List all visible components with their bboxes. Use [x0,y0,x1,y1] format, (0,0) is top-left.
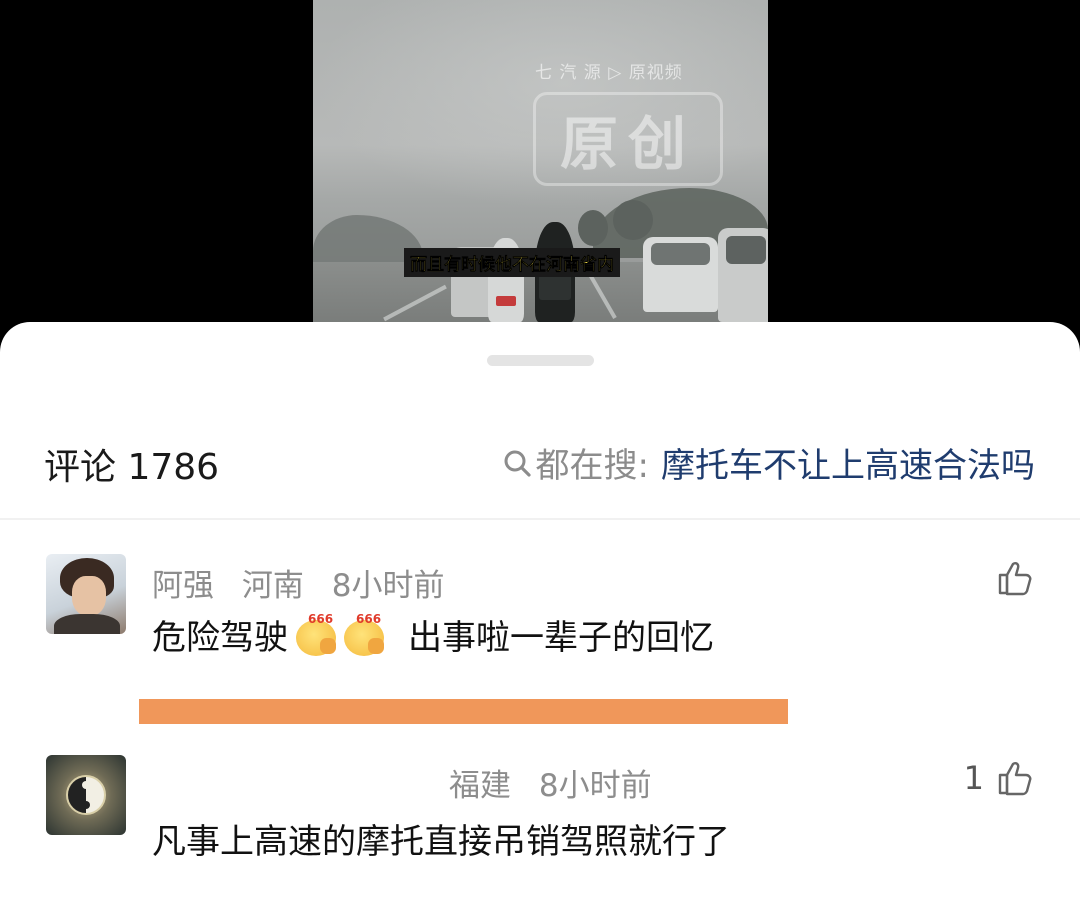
comments-header: 评论 1786 都在搜: 摩托车不让上高速合法吗 [0,422,1080,500]
highlight-bar [139,699,788,724]
header-divider [0,518,1080,520]
comment-item: 阿强 河南 8小时前 危险驾驶 666 666 出事啦一辈子的回忆 [0,552,1080,662]
like-button[interactable]: 1 [964,758,1034,798]
search-icon [504,450,531,477]
comment-location: 福建 [449,768,511,804]
video-car [643,237,718,312]
comment-text-part: 出事啦一辈子的回忆 [408,618,714,658]
emoji-tag: 666 [356,611,382,626]
comment-time: 8小时前 [538,768,652,804]
video-tree [578,210,608,246]
avatar[interactable] [46,755,126,835]
comments-sheet: 评论 1786 都在搜: 摩托车不让上高速合法吗 阿强 河南 8小时前 危险驾驶… [0,322,1080,914]
666-emoji-icon: 666 [294,612,340,658]
screen: 七 汽 源 ▷ 原视频 原创 而且有时候他不在河南省内 评论 1786 都在搜:… [0,0,1080,914]
comment-username[interactable]: 阿强 [152,568,214,604]
comment-item: 福建 8小时前 凡事上高速的摩托直接吊销驾照就行了 1 [0,752,1080,872]
comment-text-part: 危险驾驶 [152,618,288,658]
hot-search-query[interactable]: 摩托车不让上高速合法吗 [661,438,1035,487]
comment-meta: 阿强 河南 8小时前 [152,560,444,605]
video-player[interactable]: 七 汽 源 ▷ 原视频 原创 而且有时候他不在河南省内 [313,0,768,322]
sheet-drag-handle[interactable] [487,355,594,366]
like-count: 1 [963,759,984,797]
hot-search-prefix: 都在搜: [535,446,649,486]
666-emoji-icon: 666 [342,612,388,658]
hot-search-link[interactable]: 都在搜: 摩托车不让上高速合法吗 [502,438,1035,487]
comment-text: 凡事上高速的摩托直接吊销驾照就行了 [152,822,730,862]
original-watermark-text: 原创 [559,110,696,178]
original-watermark-stamp: 原创 [533,92,723,186]
avatar[interactable] [46,554,126,634]
video-car [718,228,768,322]
comment-count-title: 评论 1786 [44,447,220,488]
comment-time: 8小时前 [331,568,445,604]
video-subtitle: 而且有时候他不在河南省内 [404,248,620,277]
like-button[interactable] [984,558,1034,598]
comment-meta: 福建 8小时前 [449,760,652,805]
video-tree [613,200,653,240]
thumbs-up-icon [998,762,1032,796]
emoji-tag: 666 [308,611,334,626]
thumbs-up-icon [998,562,1032,596]
comment-text: 危险驾驶 666 666 出事啦一辈子的回忆 [152,610,714,659]
comment-location: 河南 [241,568,304,604]
video-watermark-logos: 七 汽 源 ▷ 原视频 [535,63,683,83]
